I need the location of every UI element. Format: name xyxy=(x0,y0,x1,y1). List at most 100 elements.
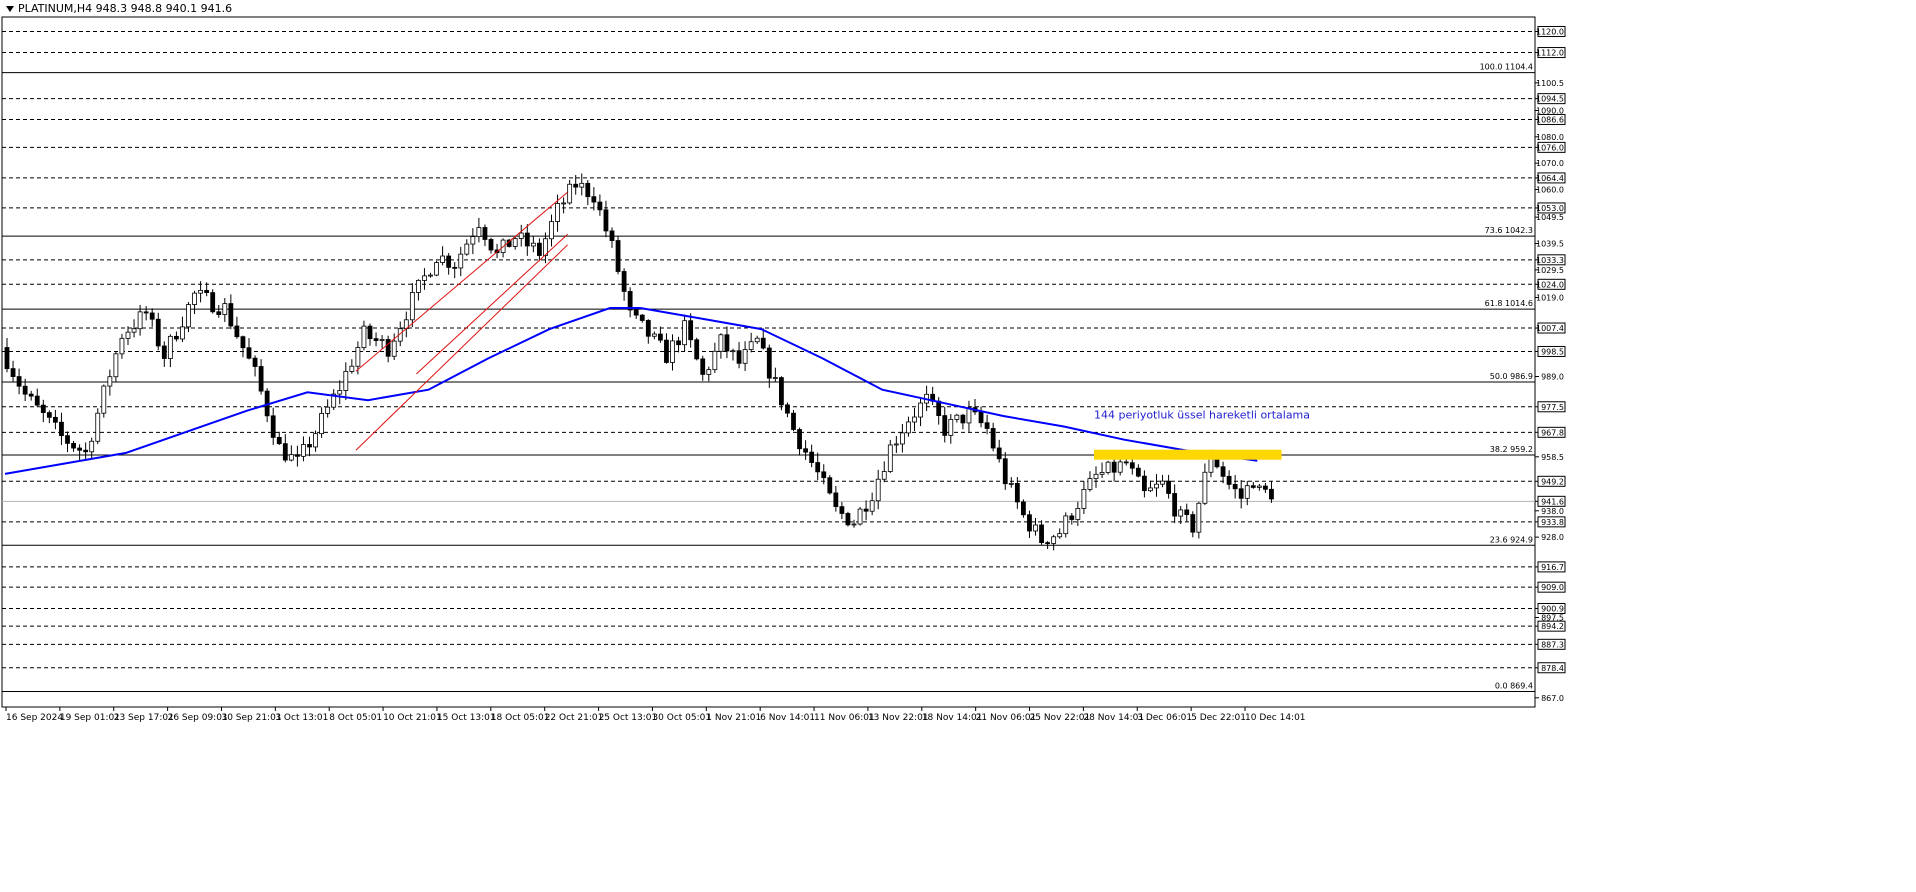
candle-body xyxy=(936,400,942,416)
candle-body xyxy=(942,415,948,436)
candle-body xyxy=(34,395,40,406)
candle-body xyxy=(276,437,282,445)
candle-body xyxy=(1178,509,1184,517)
candle-body xyxy=(149,312,155,320)
candle-body xyxy=(1081,489,1087,509)
candle-body xyxy=(651,333,657,337)
candle-body xyxy=(1166,480,1171,494)
candle-body xyxy=(524,232,530,247)
candle-body xyxy=(428,274,433,277)
candle-body xyxy=(1008,483,1014,485)
candle-body xyxy=(978,411,984,424)
candle-body xyxy=(664,339,669,363)
candle-body xyxy=(16,376,22,387)
candle-body xyxy=(458,253,464,269)
price-label: 967.8 xyxy=(1541,428,1564,437)
y-tick-label: 1070.0 xyxy=(1536,159,1564,168)
price-label: 887.3 xyxy=(1541,640,1564,649)
candle-body xyxy=(173,335,179,340)
candle-body xyxy=(1014,483,1020,503)
candle-body xyxy=(1256,485,1262,488)
candle-body xyxy=(180,326,185,340)
candle-body xyxy=(700,358,706,375)
price-chart[interactable]: 100.0 1104.4 73.6 1042.3 61.8 1014.6 50.0 9… xyxy=(0,0,1916,888)
candle-body xyxy=(343,371,349,391)
candle-body xyxy=(990,428,996,449)
candle-body xyxy=(676,340,681,346)
candle-body xyxy=(748,341,754,350)
candle-body xyxy=(1002,458,1008,485)
candle-body xyxy=(718,334,724,352)
candle-body xyxy=(791,412,796,430)
candle-body xyxy=(22,385,28,395)
candle-body xyxy=(294,454,300,457)
dropdown-triangle-icon[interactable] xyxy=(6,6,14,12)
candle-body xyxy=(887,444,893,472)
candle-body xyxy=(639,314,645,321)
candle-body xyxy=(833,492,839,508)
x-tick-label: 8 Oct 05:01 xyxy=(329,713,382,723)
x-tick-label: 23 Sep 17:01 xyxy=(114,713,174,723)
candle-body xyxy=(803,448,808,453)
x-tick-label: 16 Sep 2024 xyxy=(6,713,63,723)
candle-body xyxy=(797,429,802,450)
candle-body xyxy=(367,325,373,340)
candle-body xyxy=(385,339,391,357)
y-tick-label: 1060.0 xyxy=(1536,186,1564,195)
candle-body xyxy=(192,292,197,305)
price-label: 1112.0 xyxy=(1536,49,1564,58)
candle-body xyxy=(288,454,294,461)
x-tick-label: 28 Nov 14:01 xyxy=(1083,713,1144,723)
x-tick-label: 25 Oct 13:01 xyxy=(599,713,658,723)
candle-body xyxy=(434,262,439,276)
candle-body xyxy=(113,353,119,378)
candle-body xyxy=(785,404,790,414)
candle-body xyxy=(688,320,694,341)
candle-body xyxy=(476,227,482,238)
candle-body xyxy=(198,289,204,294)
resistance-zone xyxy=(1094,449,1282,460)
y-tick-label: 1080.0 xyxy=(1536,133,1564,142)
x-tick-label: 3 Oct 13:01 xyxy=(275,713,328,723)
candle-body xyxy=(422,275,427,281)
price-label: 894.2 xyxy=(1541,622,1564,631)
candle-body xyxy=(809,451,815,463)
candle-body xyxy=(325,406,331,414)
candle-body xyxy=(821,471,827,479)
price-label: 1120.0 xyxy=(1536,27,1564,36)
candle-body xyxy=(415,280,421,293)
candle-body xyxy=(65,435,70,444)
candle-body xyxy=(379,339,385,341)
candle-body xyxy=(1033,524,1038,532)
candle-body xyxy=(839,506,845,514)
candle-body xyxy=(1244,485,1250,499)
candle-body xyxy=(567,183,573,204)
ema-annotation: 144 periyotluk üssel hareketli ortalama xyxy=(1094,408,1310,421)
price-label: 933.8 xyxy=(1541,518,1564,527)
candle-body xyxy=(1148,487,1153,492)
candle-body xyxy=(779,377,784,406)
candle-body xyxy=(1226,475,1232,485)
candle-body xyxy=(658,333,663,341)
fibonacci-label: 0.0 869.4 xyxy=(1495,681,1533,690)
candle-body xyxy=(282,443,288,461)
candle-body xyxy=(845,513,851,526)
y-tick-label: 928.0 xyxy=(1541,533,1564,542)
price-label: 1053.0 xyxy=(1536,204,1564,213)
candle-body xyxy=(712,350,718,371)
price-label: 1007.4 xyxy=(1536,324,1564,333)
fibonacci-label: 38.2 959.2 xyxy=(1490,445,1533,454)
fibonacci-label: 73.6 1042.3 xyxy=(1485,226,1533,235)
x-tick-label: 1 Nov 21:01 xyxy=(706,713,761,723)
candle-body xyxy=(518,232,524,239)
candle-body xyxy=(682,320,687,346)
candle-body xyxy=(4,347,10,369)
candle-body xyxy=(270,415,276,438)
candle-body xyxy=(706,369,712,375)
symbol-header: PLATINUM,H4 948.3 948.8 940.1 941.6 xyxy=(6,2,232,15)
candle-body xyxy=(409,292,415,321)
candle-body xyxy=(996,447,1002,460)
candle-body xyxy=(452,266,458,269)
price-label: 909.0 xyxy=(1541,583,1564,592)
y-tick-label: 867.0 xyxy=(1541,694,1564,703)
